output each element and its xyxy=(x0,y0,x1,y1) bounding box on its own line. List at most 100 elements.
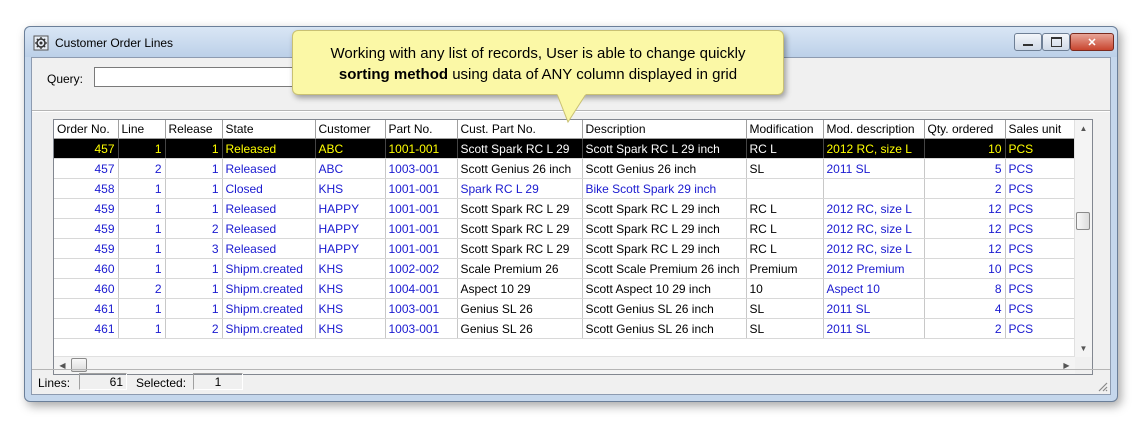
table-cell[interactable]: Scott Genius SL 26 inch xyxy=(582,318,747,339)
table-row[interactable]: 461 1 1 Shipm.created KHS 1003-001 Genius SL 2… xyxy=(54,298,1076,319)
table-cell[interactable]: 1 xyxy=(118,138,166,159)
table-cell[interactable]: Scott Spark RC L 29 xyxy=(457,198,583,219)
column-header[interactable]: Line xyxy=(118,120,166,139)
table-cell[interactable]: 2011 SL xyxy=(823,298,925,319)
table-cell[interactable]: Released xyxy=(222,218,316,239)
table-cell[interactable]: Aspect 10 29 xyxy=(457,278,583,299)
table-cell[interactable]: 1003-001 xyxy=(385,298,458,319)
table-row[interactable]: 459 1 1 Released HAPPY 1001-001 Scott Spark RC… xyxy=(54,198,1076,219)
table-cell[interactable]: Scott Genius 26 inch xyxy=(582,158,747,179)
table-cell[interactable]: 1 xyxy=(118,318,166,339)
column-header[interactable]: Release xyxy=(165,120,223,139)
table-cell[interactable]: PCS xyxy=(1005,218,1076,239)
table-cell[interactable]: 1001-001 xyxy=(385,218,458,239)
close-button[interactable]: ✕ xyxy=(1070,33,1114,51)
table-cell[interactable]: 2012 RC, size L xyxy=(823,218,925,239)
column-header[interactable]: Part No. xyxy=(385,120,458,139)
table-cell[interactable]: 10 xyxy=(746,278,824,299)
vertical-scrollbar[interactable]: ▲ ▼ xyxy=(1074,120,1092,357)
table-cell[interactable]: 1 xyxy=(118,178,166,199)
table-cell[interactable]: KHS xyxy=(315,318,386,339)
table-cell[interactable]: Aspect 10 xyxy=(823,278,925,299)
table-cell[interactable]: ABC xyxy=(315,158,386,179)
table-cell[interactable]: Closed xyxy=(222,178,316,199)
table-cell[interactable]: PCS xyxy=(1005,298,1076,319)
table-cell[interactable]: RC L xyxy=(746,198,824,219)
table-cell[interactable]: PCS xyxy=(1005,158,1076,179)
table-cell[interactable]: Scott Genius SL 26 inch xyxy=(582,298,747,319)
table-cell[interactable]: 2012 RC, size L xyxy=(823,238,925,259)
table-cell[interactable]: Released xyxy=(222,198,316,219)
table-cell[interactable]: 12 xyxy=(924,198,1006,219)
table-cell[interactable]: 10 xyxy=(924,138,1006,159)
query-input[interactable] xyxy=(94,67,314,87)
table-cell[interactable]: 460 xyxy=(54,278,119,299)
table-cell[interactable]: 2 xyxy=(924,318,1006,339)
maximize-button[interactable] xyxy=(1042,33,1070,51)
table-cell[interactable]: Scott Genius 26 inch xyxy=(457,158,583,179)
table-row[interactable]: 461 1 2 Shipm.created KHS 1003-001 Genius SL 2… xyxy=(54,318,1076,339)
table-cell[interactable]: Premium xyxy=(746,258,824,279)
table-cell[interactable] xyxy=(746,178,824,199)
table-cell[interactable]: 461 xyxy=(54,318,119,339)
table-cell[interactable]: Shipm.created xyxy=(222,258,316,279)
table-cell[interactable]: Released xyxy=(222,238,316,259)
table-cell[interactable]: 10 xyxy=(924,258,1006,279)
table-cell[interactable]: Genius SL 26 xyxy=(457,318,583,339)
minimize-button[interactable] xyxy=(1014,33,1042,51)
table-cell[interactable]: KHS xyxy=(315,278,386,299)
table-cell[interactable]: Scott Spark RC L 29 inch xyxy=(582,198,747,219)
table-cell[interactable]: 1001-001 xyxy=(385,238,458,259)
table-cell[interactable]: 1001-001 xyxy=(385,178,458,199)
table-cell[interactable]: 457 xyxy=(54,158,119,179)
table-cell[interactable]: 1 xyxy=(165,278,223,299)
column-header[interactable]: Order No. xyxy=(54,120,119,139)
table-cell[interactable]: KHS xyxy=(315,178,386,199)
table-cell[interactable]: 2 xyxy=(118,278,166,299)
table-row[interactable]: 458 1 1 Closed KHS 1001-001 Spark RC L 29 Bike … xyxy=(54,178,1076,199)
table-cell[interactable]: HAPPY xyxy=(315,218,386,239)
order-lines-grid[interactable]: Order No. Line Release State Customer Part No… xyxy=(53,119,1093,375)
table-cell[interactable]: ABC xyxy=(315,138,386,159)
table-cell[interactable]: RC L xyxy=(746,218,824,239)
table-cell[interactable]: Scale Premium 26 xyxy=(457,258,583,279)
table-cell[interactable]: Scott Spark RC L 29 inch xyxy=(582,218,747,239)
column-header[interactable]: Description xyxy=(582,120,747,139)
column-header[interactable]: State xyxy=(222,120,316,139)
table-cell[interactable]: Released xyxy=(222,158,316,179)
table-cell[interactable]: HAPPY xyxy=(315,198,386,219)
table-cell[interactable]: 459 xyxy=(54,238,119,259)
table-cell[interactable]: 1 xyxy=(118,238,166,259)
table-cell[interactable]: Genius SL 26 xyxy=(457,298,583,319)
table-cell[interactable]: Released xyxy=(222,138,316,159)
table-cell[interactable]: Scott Spark RC L 29 xyxy=(457,138,583,159)
table-row[interactable]: 459 1 2 Released HAPPY 1001-001 Scott Spark RC… xyxy=(54,218,1076,239)
table-cell[interactable]: 2 xyxy=(165,218,223,239)
table-cell[interactable]: 4 xyxy=(924,298,1006,319)
table-cell[interactable]: Shipm.created xyxy=(222,278,316,299)
table-cell[interactable]: 1 xyxy=(118,198,166,219)
table-cell[interactable]: 1 xyxy=(165,198,223,219)
table-cell[interactable]: PCS xyxy=(1005,318,1076,339)
table-cell[interactable]: 5 xyxy=(924,158,1006,179)
table-cell[interactable]: PCS xyxy=(1005,278,1076,299)
table-cell[interactable]: RC L xyxy=(746,238,824,259)
table-cell[interactable]: 460 xyxy=(54,258,119,279)
table-cell[interactable]: HAPPY xyxy=(315,238,386,259)
table-cell[interactable]: 457 xyxy=(54,138,119,159)
table-cell[interactable]: 2011 SL xyxy=(823,318,925,339)
scroll-up-arrow-icon[interactable]: ▲ xyxy=(1075,120,1092,137)
column-header[interactable]: Sales unit xyxy=(1005,120,1076,139)
table-cell[interactable]: 1003-001 xyxy=(385,318,458,339)
table-row[interactable]: 459 1 3 Released HAPPY 1001-001 Scott Spark RC… xyxy=(54,238,1076,259)
table-cell[interactable]: Spark RC L 29 xyxy=(457,178,583,199)
scroll-down-arrow-icon[interactable]: ▼ xyxy=(1075,340,1092,357)
table-cell[interactable]: 458 xyxy=(54,178,119,199)
table-cell[interactable]: 1 xyxy=(165,138,223,159)
table-cell[interactable]: 1 xyxy=(118,298,166,319)
table-cell[interactable]: 2012 Premium xyxy=(823,258,925,279)
column-header[interactable]: Qty. ordered xyxy=(924,120,1006,139)
table-cell[interactable]: KHS xyxy=(315,298,386,319)
table-cell[interactable]: 2 xyxy=(118,158,166,179)
table-cell[interactable]: 461 xyxy=(54,298,119,319)
